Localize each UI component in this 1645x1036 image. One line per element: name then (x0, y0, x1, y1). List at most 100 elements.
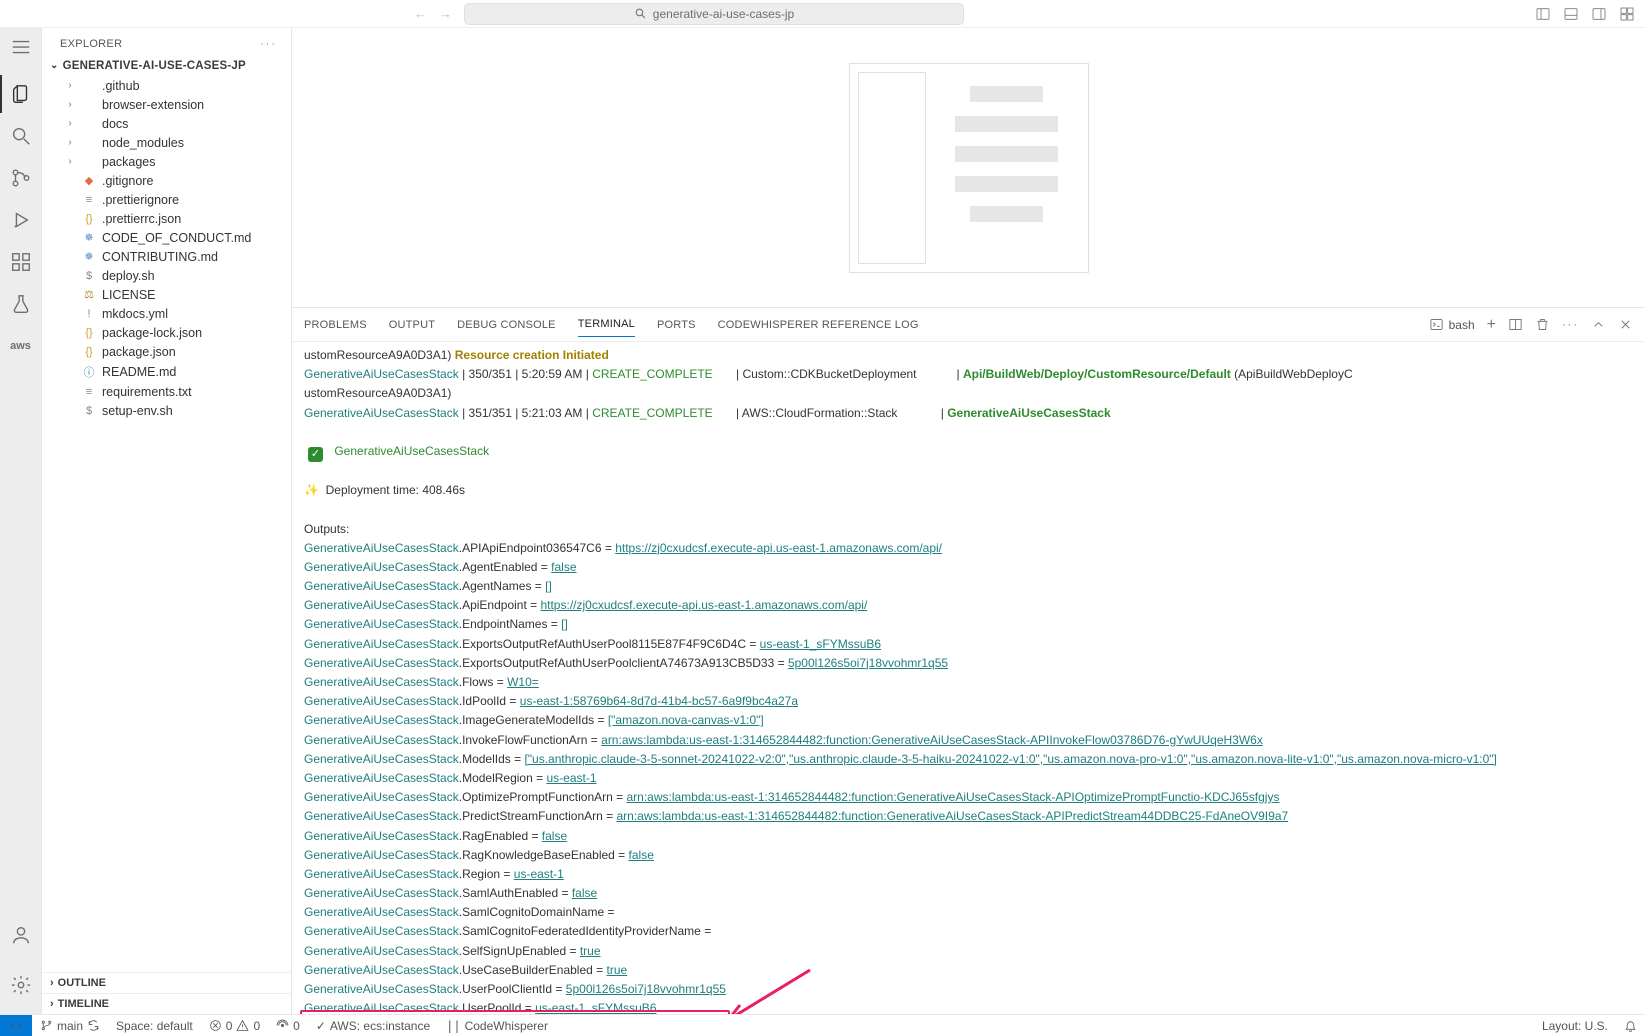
file-icon: {} (82, 327, 96, 339)
chevron-right-icon: › (64, 80, 76, 91)
file-label: requirements.txt (102, 385, 192, 399)
panel-tab-debug-console[interactable]: DEBUG CONSOLE (457, 313, 556, 337)
nav-arrows: ← → (410, 6, 456, 21)
activity-extensions[interactable] (0, 241, 42, 283)
file-icon: {} (82, 213, 96, 225)
title-bar: ← → generative-ai-use-cases-jp (0, 0, 1645, 28)
trash-icon[interactable] (1535, 317, 1550, 332)
explorer-folder-name: GENERATIVE-AI-USE-CASES-JP (63, 60, 246, 72)
chevron-up-icon[interactable] (1591, 317, 1606, 332)
timeline-section[interactable]: › TIMELINE (42, 993, 291, 1014)
tree-folder[interactable]: ›browser-extension (42, 95, 291, 114)
activity-search[interactable] (0, 115, 42, 157)
activity-aws[interactable]: aws (0, 325, 42, 367)
file-icon: ≡ (82, 194, 96, 206)
file-label: mkdocs.yml (102, 307, 168, 321)
activity-testing[interactable] (0, 283, 42, 325)
chevron-right-icon: › (64, 99, 76, 110)
file-icon: ⚖ (82, 288, 96, 301)
file-icon: $ (82, 405, 96, 417)
panel-tab-output[interactable]: OUTPUT (389, 313, 435, 337)
panel-tab-problems[interactable]: PROBLEMS (304, 313, 367, 337)
chevron-right-icon: › (64, 137, 76, 148)
remote-icon (10, 1019, 23, 1032)
file-icon: $ (82, 270, 96, 282)
panel-more-icon[interactable]: ··· (1562, 319, 1579, 331)
search-icon (10, 125, 32, 147)
tree-folder[interactable]: ›packages (42, 152, 291, 171)
status-codewhisperer[interactable]: || CodeWhisperer (438, 1015, 556, 1036)
outline-section[interactable]: › OUTLINE (42, 972, 291, 993)
git-branch[interactable]: main (32, 1015, 108, 1036)
activity-accounts[interactable] (0, 914, 42, 956)
tree-file[interactable]: ✵ CONTRIBUTING.md (42, 247, 291, 266)
tree-folder[interactable]: ›node_modules (42, 133, 291, 152)
tree-file[interactable]: ⚖ LICENSE (42, 285, 291, 304)
branch-name: main (57, 1019, 83, 1033)
tree-file[interactable]: $ deploy.sh (42, 266, 291, 285)
tree-file[interactable]: ! mkdocs.yml (42, 304, 291, 323)
status-aws[interactable]: ✓ AWS: ecs:instance (308, 1015, 438, 1036)
tree-file[interactable]: ✵CODE_OF_CONDUCT.md (42, 228, 291, 247)
activity-run[interactable] (0, 199, 42, 241)
explorer-more-icon[interactable]: ··· (260, 38, 277, 50)
menu-icon[interactable] (10, 36, 32, 63)
beaker-icon (10, 293, 32, 315)
tree-file[interactable]: ≡requirements.txt (42, 382, 291, 401)
branch-icon (40, 1019, 53, 1032)
status-notifications[interactable] (1616, 1015, 1645, 1036)
tree-file[interactable]: {}package.json (42, 342, 291, 361)
tree-folder[interactable]: ›docs (42, 114, 291, 133)
file-icon: ! (82, 308, 96, 320)
editor-area: PROBLEMS OUTPUT DEBUG CONSOLE TERMINAL P… (292, 28, 1645, 1014)
status-space[interactable]: Space: default (108, 1015, 201, 1036)
nav-forward-icon[interactable]: → (435, 6, 456, 21)
tree-file[interactable]: ≡.prettierignore (42, 190, 291, 209)
empty-editor (292, 28, 1645, 308)
error-icon (209, 1019, 222, 1032)
file-label: LICENSE (102, 288, 156, 302)
file-label: CODE_OF_CONDUCT.md (102, 231, 251, 245)
terminal-output[interactable]: ustomResourceA9A0D3A1) Resource creation… (292, 342, 1645, 1014)
layout-sidebar-left-icon[interactable] (1535, 6, 1551, 22)
activity-settings[interactable] (0, 964, 42, 1006)
file-icon: ✵ (82, 250, 96, 263)
nav-back-icon[interactable]: ← (410, 6, 431, 21)
file-tree: ›.github›browser-extension›docs›node_mod… (42, 76, 291, 972)
editor-placeholder-card (849, 63, 1089, 273)
status-layout[interactable]: Layout: U.S. (1534, 1015, 1616, 1036)
panel-tabs: PROBLEMS OUTPUT DEBUG CONSOLE TERMINAL P… (292, 308, 1645, 342)
terminal-shell-selector[interactable]: bash (1429, 317, 1475, 332)
tree-file[interactable]: {}.prettierrc.json (42, 209, 291, 228)
panel-tab-codewhisperer-reference-log[interactable]: CODEWHISPERER REFERENCE LOG (718, 313, 919, 337)
activity-explorer[interactable] (0, 73, 42, 115)
close-panel-icon[interactable] (1618, 317, 1633, 332)
panel-tab-ports[interactable]: PORTS (657, 313, 696, 337)
layout-customize-icon[interactable] (1619, 6, 1635, 22)
tree-file[interactable]: ◆.gitignore (42, 171, 291, 190)
terminal-icon (1429, 317, 1444, 332)
tree-file[interactable]: {} package-lock.json (42, 323, 291, 342)
file-label: setup-env.sh (102, 404, 173, 418)
tree-folder[interactable]: ›.github (42, 76, 291, 95)
activity-scm[interactable] (0, 157, 42, 199)
layout-sidebar-right-icon[interactable] (1591, 6, 1607, 22)
tree-file[interactable]: $ setup-env.sh (42, 401, 291, 420)
command-center[interactable]: generative-ai-use-cases-jp (464, 3, 964, 25)
new-terminal-button[interactable]: + (1487, 316, 1496, 334)
file-label: CONTRIBUTING.md (102, 250, 218, 264)
panel-tab-terminal[interactable]: TERMINAL (578, 312, 635, 337)
status-ports[interactable]: 0 (268, 1015, 308, 1036)
file-icon: ⓘ (82, 364, 96, 380)
remote-indicator[interactable] (0, 1015, 32, 1036)
file-label: package-lock.json (102, 326, 202, 340)
explorer-folder-header[interactable]: ⌄ GENERATIVE-AI-USE-CASES-JP (42, 56, 291, 76)
status-problems[interactable]: 0 0 (201, 1015, 268, 1036)
file-label: README.md (102, 365, 176, 379)
file-label: deploy.sh (102, 269, 155, 283)
layout-panel-icon[interactable] (1563, 6, 1579, 22)
chevron-right-icon: › (64, 118, 76, 129)
split-terminal-icon[interactable] (1508, 317, 1523, 332)
tree-file[interactable]: ⓘ README.md (42, 361, 291, 382)
source-control-icon (10, 167, 32, 189)
